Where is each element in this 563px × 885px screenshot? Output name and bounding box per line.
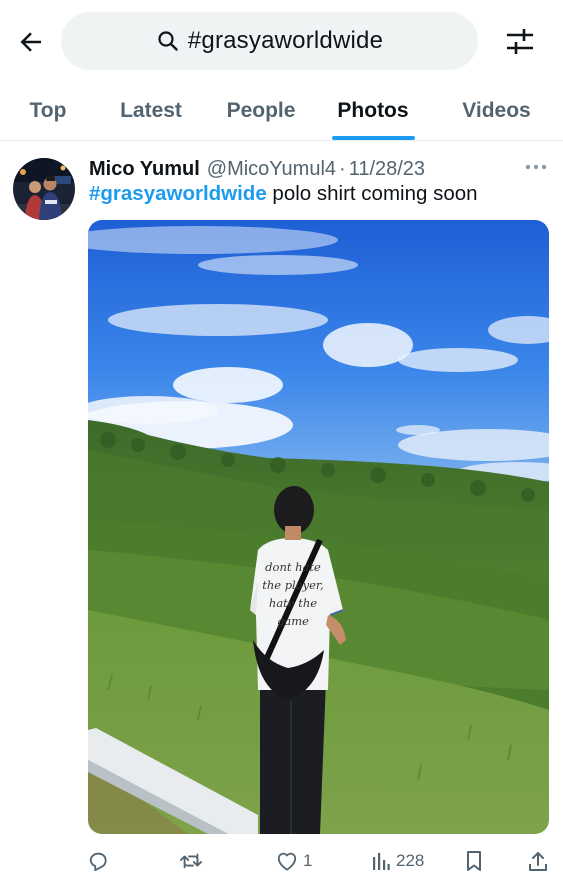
tab-label: Top [29,99,67,122]
shirt-print-line: the player, [262,578,324,592]
arrow-left-icon [20,32,41,52]
tab-videos[interactable]: Videos [430,82,563,140]
bookmark-icon [467,851,481,871]
shirt-print-text: dont hate the player, hate the game [258,558,328,630]
tab-top[interactable]: Top [0,82,96,140]
photo-content [88,220,549,834]
search-tabs: Top Latest People Photos Videos [0,82,563,141]
share-button[interactable] [528,847,548,875]
analytics-icon [373,853,390,870]
top-bar: #grasyaworldwide [0,0,563,82]
avatar-photo [13,158,75,220]
retweet-icon [180,853,202,869]
search-input[interactable]: #grasyaworldwide [61,12,478,70]
author-name[interactable]: Mico Yumul [89,158,200,181]
active-tab-indicator [332,136,415,140]
tweet-body: polo shirt coming soon [266,182,478,205]
share-icon [529,852,547,871]
view-count: 228 [396,851,425,870]
like-count: 1 [303,851,313,870]
tweet-photo[interactable]: dont hate the player, hate the game [88,220,549,834]
tweet-header: Mico Yumul @MicoYumul4 · 11/28/23 [89,155,425,183]
retweet-button[interactable] [179,847,203,875]
search-filter-button[interactable] [500,24,540,60]
reply-button[interactable] [87,847,109,875]
more-horizontal-icon [525,164,547,170]
tab-photos[interactable]: Photos [316,82,430,140]
search-results-page: #grasyaworldwide Top Latest People Photo… [0,0,563,885]
tab-label: Photos [337,99,409,122]
author-handle[interactable]: @MicoYumul4 [207,158,336,181]
shirt-print-line: hate the [268,596,318,610]
sliders-icon [507,29,533,54]
tab-latest[interactable]: Latest [96,82,206,140]
tweet-actions: 1 228 [0,841,563,881]
reply-icon [89,852,107,872]
bookmark-button[interactable] [465,847,483,875]
hashtag-link[interactable]: #grasyaworldwide [89,182,267,205]
tab-people[interactable]: People [206,82,316,140]
tab-label: Videos [462,99,531,122]
tab-label: Latest [120,99,182,122]
tweet[interactable]: Mico Yumul @MicoYumul4 · 11/28/23 #grasy… [0,141,563,885]
shirt-print-line: dont hate [265,560,321,574]
views-button[interactable]: 228 [371,847,424,875]
separator-dot: · [339,157,346,180]
shirt-print-line: game [277,614,309,628]
search-query: #grasyaworldwide [187,27,384,54]
more-options-button[interactable] [521,156,551,178]
heart-icon [277,852,297,871]
back-button[interactable] [14,25,48,59]
avatar[interactable] [13,158,75,220]
tweet-date[interactable]: 11/28/23 [349,158,425,181]
like-button[interactable]: 1 [276,847,312,875]
search-icon [158,31,178,51]
tweet-text: #grasyaworldwide polo shirt coming soon [89,182,478,212]
tab-label: People [226,99,296,122]
